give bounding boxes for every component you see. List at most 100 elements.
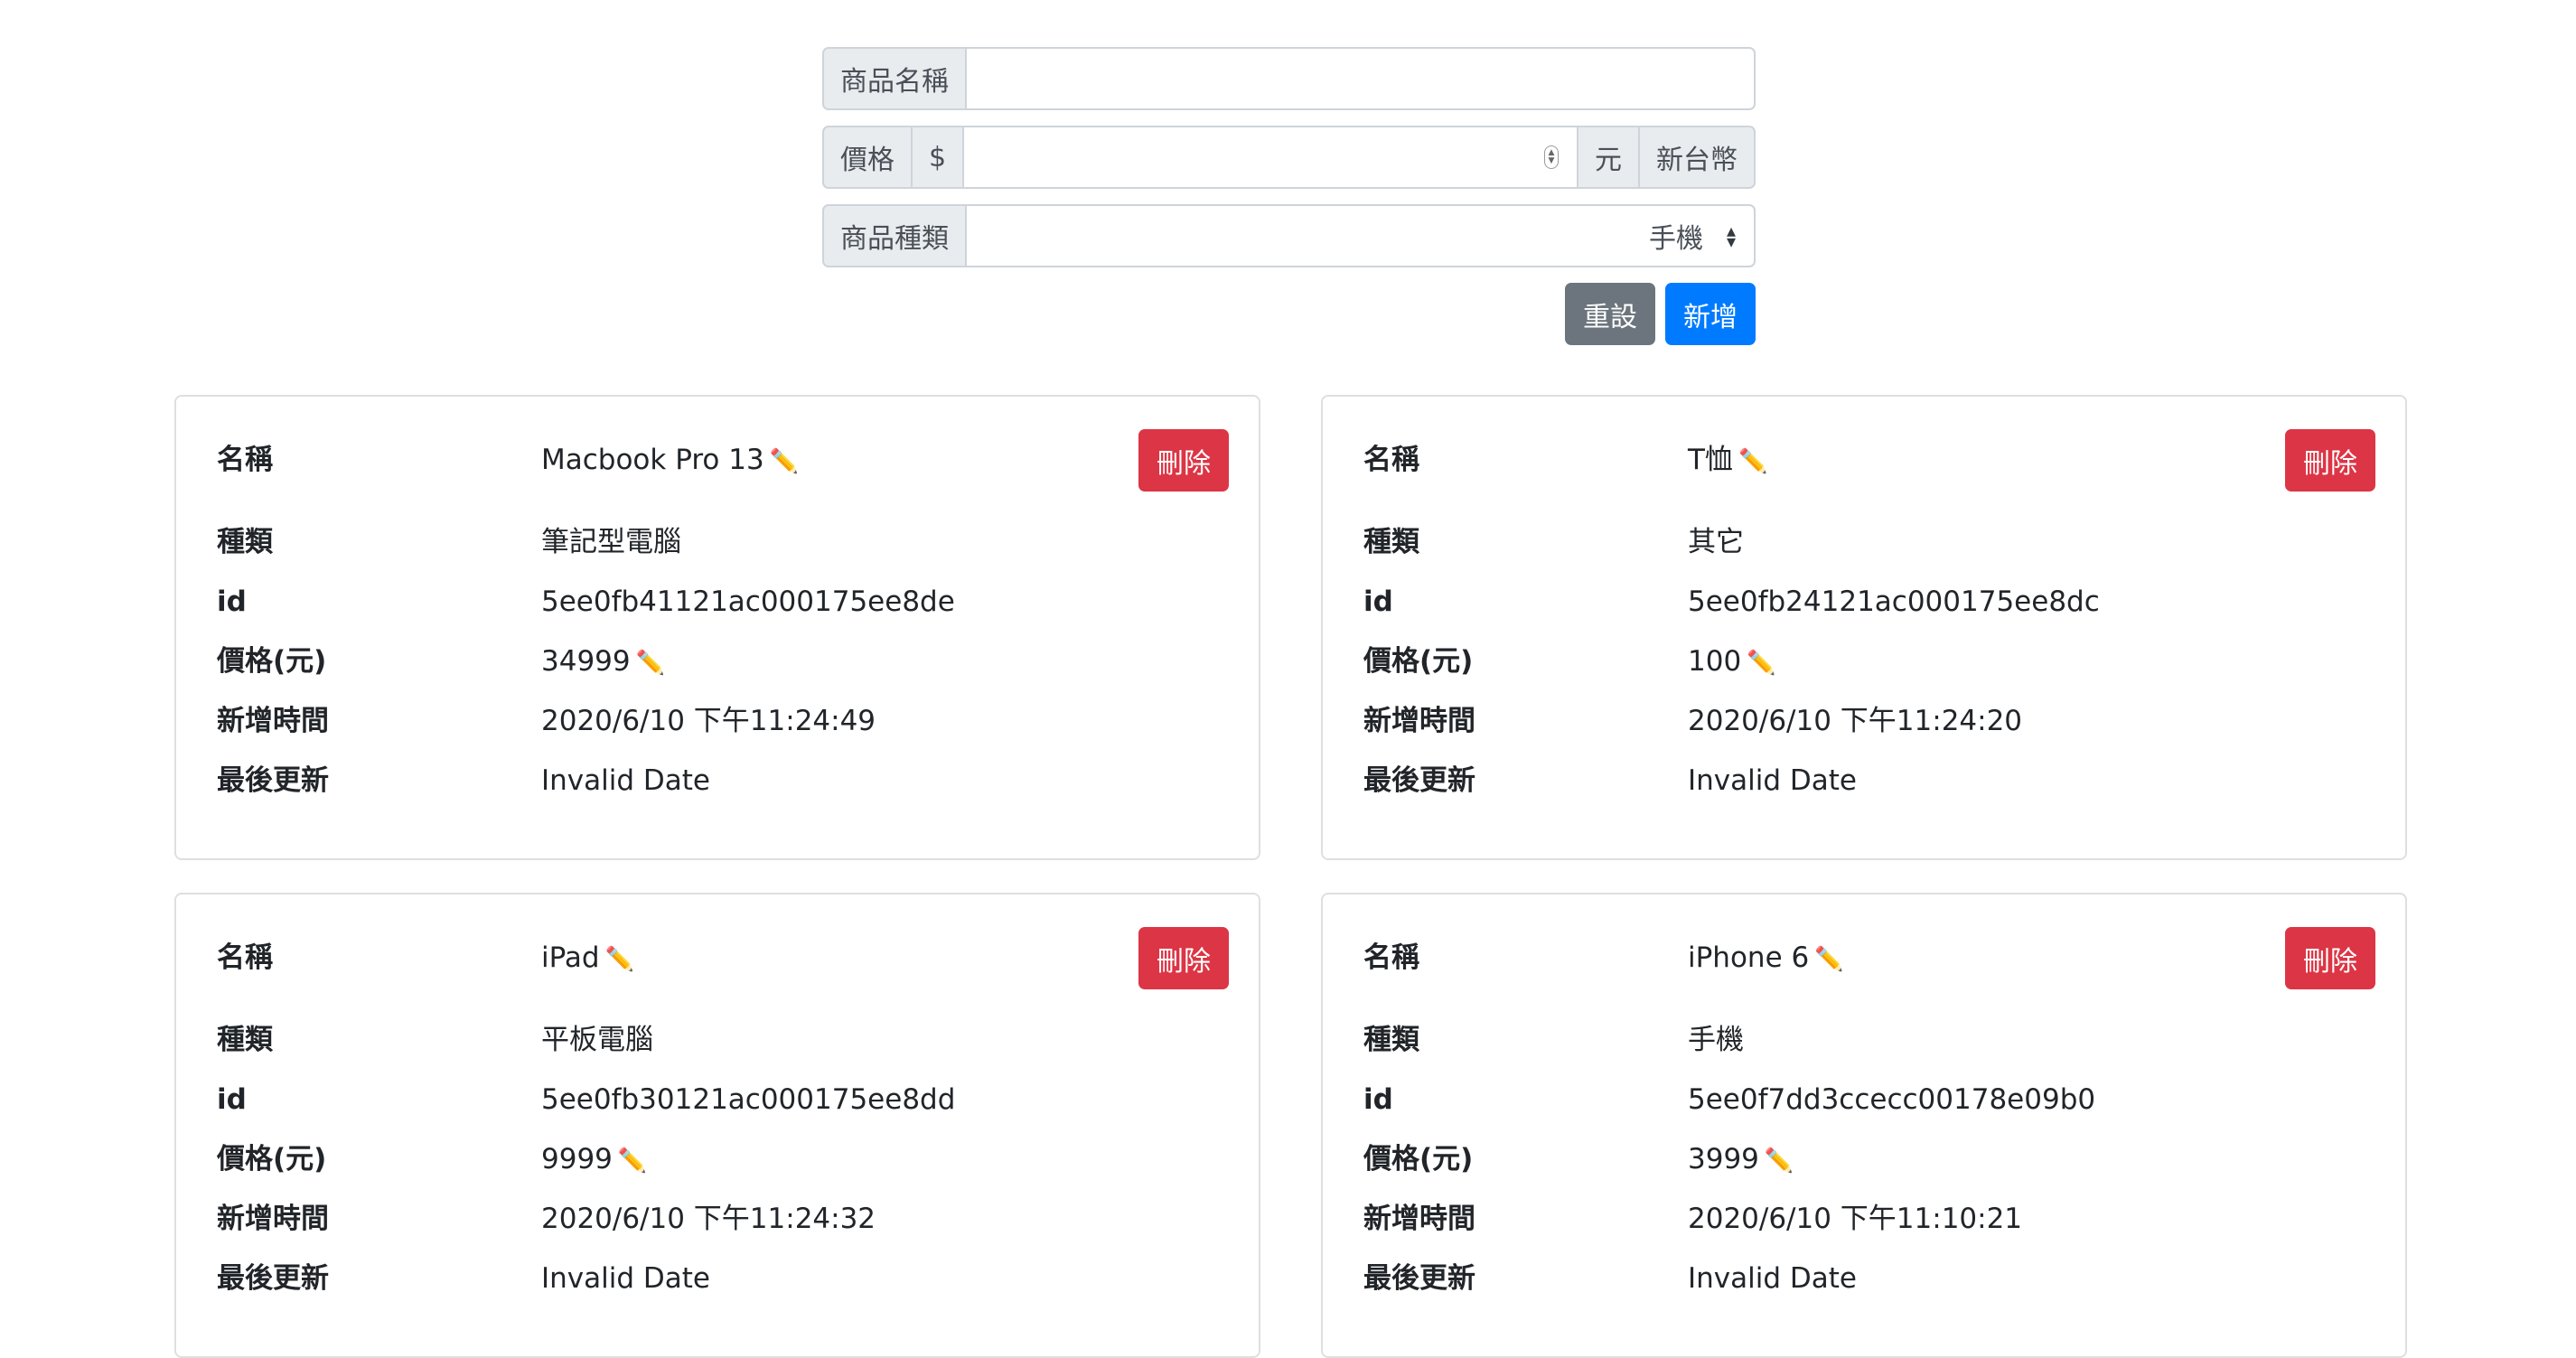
- pencil-icon[interactable]: ✏️: [1747, 650, 1775, 677]
- product-card: 刪除 名稱 iPhone 6 ✏️ 種類 手機 id 5ee0f7dd3ccecc…: [1321, 893, 2407, 1358]
- category-row: 種類 其它: [1363, 524, 1744, 560]
- pencil-icon[interactable]: ✏️: [1765, 1147, 1794, 1175]
- id-label: id: [1363, 1083, 1393, 1116]
- product-created: 2020/6/10 下午11:24:49: [541, 705, 876, 737]
- updated-label: 最後更新: [1363, 1262, 1475, 1295]
- id-row: id 5ee0fb41121ac000175ee8de: [217, 584, 955, 620]
- created-label: 新增時間: [217, 1203, 329, 1235]
- product-category: 手機: [1688, 1024, 1744, 1056]
- pencil-icon[interactable]: ✏️: [605, 946, 634, 973]
- delete-button[interactable]: 刪除: [2285, 429, 2375, 492]
- category-label: 種類: [1363, 1024, 1419, 1056]
- pencil-icon[interactable]: ✏️: [636, 650, 665, 677]
- updated-label: 最後更新: [1363, 764, 1475, 797]
- product-card: 刪除 名稱 T恤 ✏️ 種類 其它 id 5ee0fb24121ac000175e…: [1321, 395, 2407, 860]
- product-name: iPad ✏️: [541, 941, 634, 974]
- name-row: 名稱 Macbook Pro 13 ✏️: [217, 442, 799, 480]
- product-name: iPhone 6 ✏️: [1688, 941, 1844, 974]
- updated-label: 最後更新: [217, 1262, 329, 1295]
- updated-label: 最後更新: [217, 764, 329, 797]
- id-label: id: [1363, 585, 1393, 618]
- price-label: 價格(元): [217, 1143, 327, 1175]
- product-updated: Invalid Date: [541, 764, 710, 797]
- name-label: 名稱: [217, 941, 273, 974]
- price-row: 價格(元) 3999 ✏️: [1363, 1141, 1794, 1179]
- product-created: 2020/6/10 下午11:10:21: [1688, 1203, 2023, 1235]
- category-row: 種類 手機: [1363, 1022, 1744, 1058]
- name-label: 名稱: [1363, 444, 1419, 476]
- product-form: 商品名稱 價格 $ ▲ ▼ 元 新台幣 商品種類 手機 ▴ ▾ 重設 新增: [822, 47, 1756, 345]
- number-spinner-icon[interactable]: ▲ ▼: [1544, 145, 1559, 169]
- product-id: 5ee0fb24121ac000175ee8dc: [1688, 585, 2100, 618]
- created-row: 新增時間 2020/6/10 下午11:24:49: [217, 703, 876, 739]
- delete-button[interactable]: 刪除: [1138, 429, 1229, 492]
- id-row: id 5ee0fb24121ac000175ee8dc: [1363, 584, 2100, 620]
- category-input-group: 商品種類 手機 ▴ ▾: [822, 204, 1756, 267]
- created-row: 新增時間 2020/6/10 下午11:24:20: [1363, 703, 2022, 739]
- name-row: 名稱 T恤 ✏️: [1363, 442, 1767, 480]
- name-input-group: 商品名稱: [822, 47, 1756, 110]
- price-row: 價格(元) 34999 ✏️: [217, 643, 665, 681]
- price-row: 價格(元) 100 ✏️: [1363, 643, 1776, 681]
- name-label: 名稱: [217, 444, 273, 476]
- category-label: 種類: [217, 1024, 273, 1056]
- category-row: 種類 筆記型電腦: [217, 524, 681, 560]
- category-select[interactable]: 手機 ▴ ▾: [967, 204, 1756, 267]
- product-price: 100 ✏️: [1688, 645, 1776, 678]
- product-price: 9999 ✏️: [541, 1143, 648, 1175]
- reset-button[interactable]: 重設: [1565, 283, 1655, 345]
- category-label: 商品種類: [822, 204, 967, 267]
- product-name: Macbook Pro 13 ✏️: [541, 444, 800, 476]
- select-arrows-icon: ▴ ▾: [1726, 220, 1736, 252]
- created-label: 新增時間: [1363, 1203, 1475, 1235]
- updated-row: 最後更新 Invalid Date: [217, 1260, 710, 1297]
- created-label: 新增時間: [217, 705, 329, 737]
- id-label: id: [217, 1083, 247, 1116]
- product-card: 刪除 名稱 Macbook Pro 13 ✏️ 種類 筆記型電腦 id 5ee0f…: [174, 395, 1260, 860]
- price-row: 價格(元) 9999 ✏️: [217, 1141, 647, 1179]
- category-label: 種類: [1363, 526, 1419, 558]
- product-category: 平板電腦: [541, 1024, 653, 1056]
- price-input-group: 價格 $ ▲ ▼ 元 新台幣: [822, 126, 1756, 189]
- add-button[interactable]: 新增: [1665, 283, 1756, 345]
- name-input[interactable]: [967, 47, 1756, 110]
- product-card: 刪除 名稱 iPad ✏️ 種類 平板電腦 id 5ee0fb30121ac000…: [174, 893, 1260, 1358]
- id-label: id: [217, 585, 247, 618]
- name-label: 名稱: [1363, 941, 1419, 974]
- pencil-icon[interactable]: ✏️: [770, 448, 799, 475]
- price-label: 價格(元): [217, 645, 327, 678]
- pencil-icon[interactable]: ✏️: [1814, 946, 1843, 973]
- price-input[interactable]: ▲ ▼: [964, 126, 1577, 189]
- category-row: 種類 平板電腦: [217, 1022, 653, 1058]
- category-selected: 手機: [1648, 223, 1703, 255]
- price-label: 價格: [822, 126, 913, 189]
- product-id: 5ee0fb30121ac000175ee8dd: [541, 1083, 956, 1116]
- product-category: 其它: [1688, 526, 1744, 558]
- currency-name: 新台幣: [1640, 126, 1756, 189]
- product-updated: Invalid Date: [1688, 1262, 1857, 1295]
- product-category: 筆記型電腦: [541, 526, 681, 558]
- name-label: 商品名稱: [822, 47, 967, 110]
- name-row: 名稱 iPad ✏️: [217, 940, 634, 978]
- price-label: 價格(元): [1363, 645, 1474, 678]
- id-row: id 5ee0fb30121ac000175ee8dd: [217, 1082, 955, 1118]
- price-label: 價格(元): [1363, 1143, 1474, 1175]
- product-id: 5ee0fb41121ac000175ee8de: [541, 585, 955, 618]
- created-label: 新增時間: [1363, 705, 1475, 737]
- updated-row: 最後更新 Invalid Date: [1363, 1260, 1857, 1297]
- product-id: 5ee0f7dd3ccecc00178e09b0: [1688, 1083, 2096, 1116]
- product-price: 34999 ✏️: [541, 645, 665, 678]
- product-updated: Invalid Date: [541, 1262, 710, 1295]
- product-name: T恤 ✏️: [1688, 444, 1768, 476]
- currency-symbol: $: [913, 126, 965, 189]
- unit-label: 元: [1577, 126, 1640, 189]
- delete-button[interactable]: 刪除: [1138, 927, 1229, 989]
- delete-button[interactable]: 刪除: [2285, 927, 2375, 989]
- product-updated: Invalid Date: [1688, 764, 1857, 797]
- updated-row: 最後更新 Invalid Date: [1363, 763, 1857, 799]
- pencil-icon[interactable]: ✏️: [618, 1147, 647, 1175]
- pencil-icon[interactable]: ✏️: [1738, 448, 1767, 475]
- name-row: 名稱 iPhone 6 ✏️: [1363, 940, 1844, 978]
- created-row: 新增時間 2020/6/10 下午11:24:32: [217, 1201, 876, 1237]
- form-buttons: 重設 新增: [822, 283, 1756, 345]
